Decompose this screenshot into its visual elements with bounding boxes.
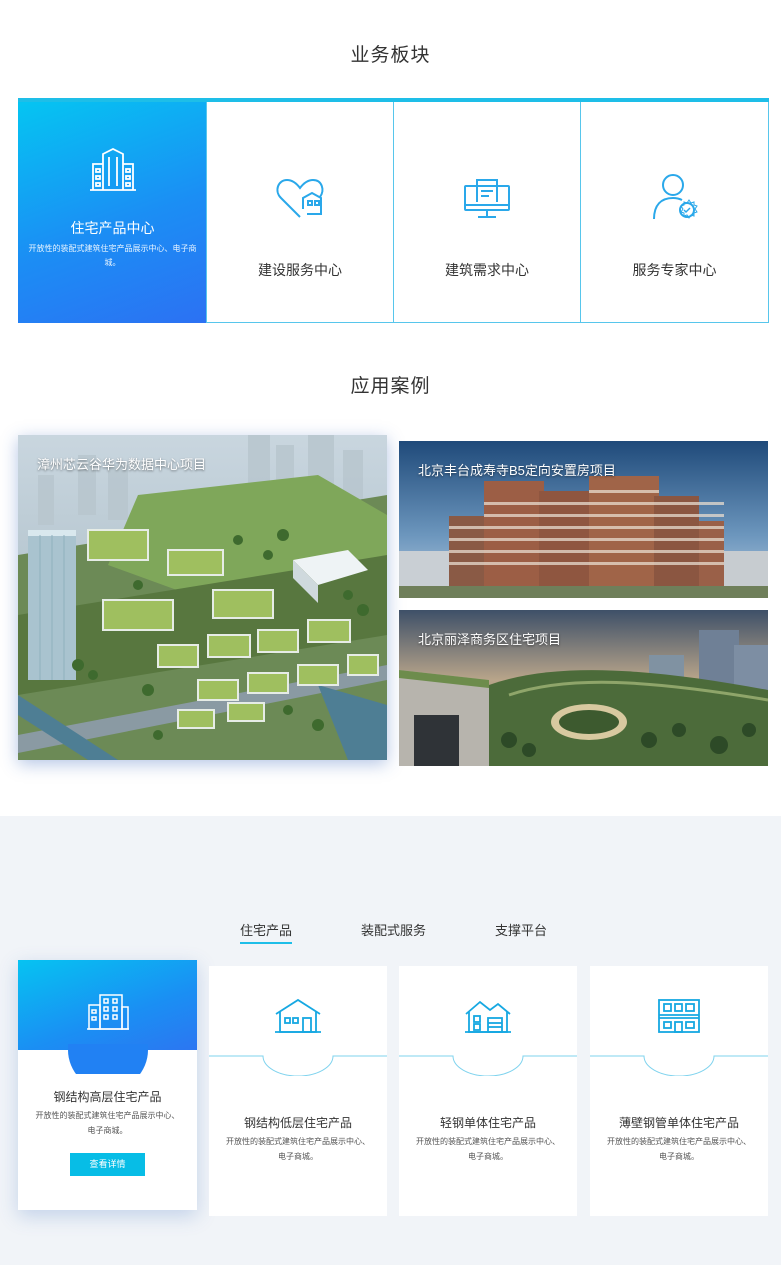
case-label: 北京丰台成寿寺B5定向安置房项目 — [418, 463, 616, 478]
container-house-icon — [658, 999, 700, 1033]
heart-house-icon — [276, 178, 324, 218]
view-details-button[interactable]: 查看详情 — [70, 1153, 145, 1176]
cases-section-title: 应用案例 — [350, 376, 431, 397]
business-card-label: 住宅产品中心 — [70, 220, 155, 236]
monitor-document-icon — [464, 179, 510, 218]
product-title: 钢结构高层住宅产品 — [53, 1090, 162, 1104]
product-desc: 开放性的装配式建筑住宅产品展示中心、电子商城。 — [226, 1137, 370, 1161]
case-label: 漳州芯云谷华为数据中心项目 — [37, 457, 207, 472]
highrise-icon — [86, 994, 129, 1030]
case-label: 北京丽泽商务区住宅项目 — [418, 632, 562, 647]
product-card-highrise[interactable]: 钢结构高层住宅产品 开放性的装配式建筑住宅产品展示中心、电子商城。 查看详情 — [18, 960, 197, 1210]
low-house-icon — [275, 998, 321, 1033]
business-cards: 住宅产品中心 开放性的装配式建筑住宅产品展示中心、电子商城。 建设服务中心 建筑… — [18, 98, 769, 323]
tab-prefab-service[interactable]: 装配式服务 — [361, 920, 426, 939]
business-card-label: 建筑需求中心 — [445, 262, 529, 278]
card-divider — [209, 1055, 387, 1076]
case-card-lize[interactable]: 北京丽泽商务区住宅项目 — [399, 610, 768, 766]
product-card-lightsteel[interactable]: 轻钢单体住宅产品 开放性的装配式建筑住宅产品展示中心、电子商城。 — [399, 966, 577, 1216]
business-card-label: 服务专家中心 — [632, 262, 717, 278]
case-image-aerial — [18, 435, 387, 760]
product-desc: 开放性的装配式建筑住宅产品展示中心、电子商城。 — [416, 1137, 560, 1161]
product-title: 轻钢单体住宅产品 — [439, 1116, 536, 1130]
business-card-label: 建设服务中心 — [258, 262, 342, 278]
case-card-zhangzhou[interactable]: 漳州芯云谷华为数据中心项目 — [18, 435, 387, 760]
product-title: 薄壁钢管单体住宅产品 — [618, 1116, 739, 1130]
product-title: 钢结构低层住宅产品 — [243, 1116, 352, 1130]
product-card-thinwall[interactable]: 薄壁钢管单体住宅产品 开放性的装配式建筑住宅产品展示中心、电子商城。 — [590, 966, 768, 1216]
single-house-icon — [465, 1000, 511, 1033]
business-card-residential[interactable]: 住宅产品中心 开放性的装配式建筑住宅产品展示中心、电子商城。 — [18, 102, 207, 323]
business-card-demand[interactable]: 建筑需求中心 — [393, 102, 581, 323]
tab-residential-products[interactable]: 住宅产品 — [240, 920, 293, 944]
header-notch — [68, 1044, 148, 1074]
case-card-fengtai[interactable]: 北京丰台成寿寺B5定向安置房项目 — [399, 441, 768, 598]
tab-support-platform[interactable]: 支撑平台 — [495, 920, 547, 939]
product-card-lowrise[interactable]: 钢结构低层住宅产品 开放性的装配式建筑住宅产品展示中心、电子商城。 — [209, 966, 387, 1216]
business-card-construction[interactable]: 建设服务中心 — [206, 102, 394, 323]
product-desc: 开放性的装配式建筑住宅产品展示中心、电子商城。 — [35, 1111, 180, 1135]
person-badge-icon — [652, 174, 698, 220]
product-desc: 开放性的装配式建筑住宅产品展示中心、电子商城。 — [607, 1137, 751, 1161]
building-icon — [89, 148, 136, 191]
card-divider — [590, 1055, 768, 1076]
business-section-title: 业务板块 — [350, 45, 431, 66]
business-card-desc: 开放性的装配式建筑住宅产品展示中心、电子商城。 — [28, 244, 197, 267]
card-divider — [399, 1055, 577, 1076]
business-card-expert[interactable]: 服务专家中心 — [580, 102, 769, 323]
